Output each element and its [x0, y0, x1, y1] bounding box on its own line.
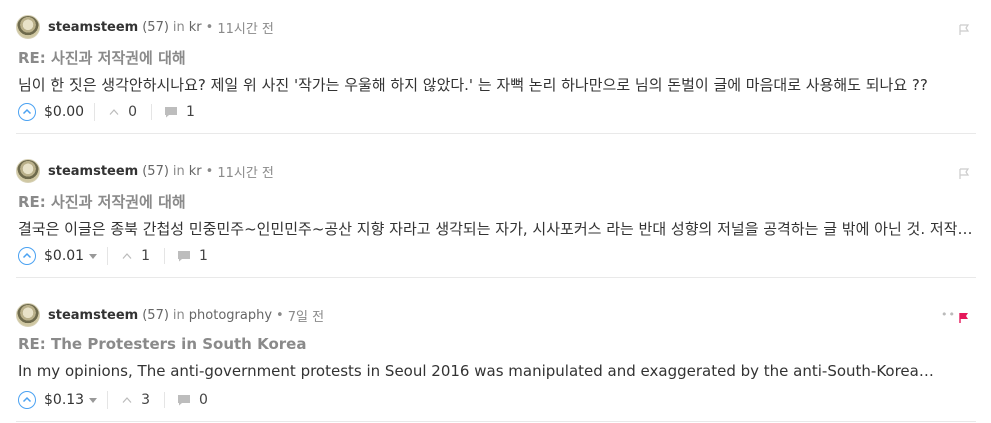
payout-group: $0.01 — [18, 247, 109, 265]
comment-meta: steamsteem (57) in kr • 11시간 전 — [16, 158, 274, 184]
avatar[interactable] — [16, 15, 40, 39]
author-link[interactable]: steamsteem — [48, 308, 138, 323]
comment-body[interactable]: 결국은 이글은 종북 간첩성 민중민주~인민민주~공산 지향 자라고 생각되는 … — [18, 218, 973, 239]
caret-down-icon[interactable] — [89, 397, 98, 403]
flag-button[interactable] — [958, 21, 970, 35]
comment-body[interactable]: 님이 한 짓은 생각안하시나요? 제일 위 사진 '작가는 우울해 하지 않았다… — [18, 74, 973, 95]
flag-icon — [959, 168, 970, 179]
voters-group[interactable]: 3 — [108, 392, 166, 408]
reply-count: 1 — [199, 248, 208, 264]
meta-separator: • — [276, 307, 284, 323]
avatar[interactable] — [16, 303, 40, 327]
comment-meta: steamsteem (57) in kr • 11시간 전 — [16, 14, 274, 40]
author-link[interactable]: steamsteem — [48, 20, 138, 35]
replies-group[interactable]: 1 — [152, 104, 207, 120]
caret-down-icon[interactable] — [89, 253, 98, 259]
voters-group[interactable]: 1 — [108, 248, 166, 264]
upvote-circle-icon — [22, 108, 32, 115]
chevron-up-icon — [122, 253, 132, 259]
in-label: in — [172, 163, 185, 179]
payout-value[interactable]: $0.13 — [44, 392, 84, 408]
flag-button[interactable] — [958, 309, 970, 323]
reply-count: 1 — [186, 104, 195, 120]
category-link[interactable]: kr — [189, 164, 202, 179]
comment-bubble-icon — [178, 395, 191, 406]
comment-bubble-icon — [178, 251, 191, 262]
flag-icon — [959, 24, 970, 35]
author-reputation: (57) — [142, 19, 169, 35]
replies-group[interactable]: 0 — [165, 392, 220, 408]
upvote-circle-icon — [22, 252, 32, 259]
comment-footer: $0.01 1 1 — [18, 245, 220, 267]
flag-icon — [959, 313, 968, 323]
category-link[interactable]: photography — [189, 308, 272, 323]
voters-group[interactable]: 0 — [95, 104, 153, 120]
payout-value[interactable]: $0.00 — [44, 104, 84, 120]
comment-footer: $0.00 0 1 — [18, 101, 207, 123]
replies-group[interactable]: 1 — [165, 248, 220, 264]
flag-count-dots: •• — [941, 308, 956, 321]
in-label: in — [172, 19, 185, 35]
upvote-button[interactable] — [18, 391, 36, 409]
comment-title[interactable]: RE: 사진과 저작권에 대해 — [18, 47, 186, 68]
comment-footer: $0.13 3 0 — [18, 389, 220, 411]
timestamp-link[interactable]: 7일 전 — [288, 306, 324, 325]
comment-feed: steamsteem (57) in kr • 11시간 전 RE: 사진과 저… — [0, 0, 991, 423]
upvote-button[interactable] — [18, 247, 36, 265]
comment-item: steamsteem (57) in photography • 7일 전 ••… — [16, 288, 976, 422]
in-label: in — [172, 307, 185, 323]
meta-separator: • — [205, 163, 214, 179]
payout-group: $0.13 — [18, 391, 109, 409]
author-reputation: (57) — [142, 307, 169, 323]
comment-item: steamsteem (57) in kr • 11시간 전 RE: 사진과 저… — [16, 144, 976, 278]
upvote-button[interactable] — [18, 103, 36, 121]
upvote-circle-icon — [22, 396, 32, 403]
author-reputation: (57) — [142, 163, 169, 179]
category-link[interactable]: kr — [189, 20, 202, 35]
chevron-up-icon — [109, 109, 119, 115]
chevron-up-icon — [122, 397, 132, 403]
comment-title[interactable]: RE: The Protesters in South Korea — [18, 335, 306, 353]
flag-button[interactable] — [958, 165, 970, 179]
comment-item: steamsteem (57) in kr • 11시간 전 RE: 사진과 저… — [16, 0, 976, 134]
comment-body[interactable]: In my opinions, The anti-government prot… — [18, 362, 973, 380]
payout-group: $0.00 — [18, 103, 96, 121]
reply-count: 0 — [199, 392, 208, 408]
vote-count: 1 — [141, 248, 151, 264]
meta-separator: • — [205, 19, 214, 35]
avatar[interactable] — [16, 159, 40, 183]
comment-title[interactable]: RE: 사진과 저작권에 대해 — [18, 191, 186, 212]
payout-value[interactable]: $0.01 — [44, 248, 84, 264]
timestamp-link[interactable]: 11시간 전 — [217, 162, 274, 181]
comment-bubble-icon — [165, 107, 178, 118]
comment-meta: steamsteem (57) in photography • 7일 전 — [16, 302, 324, 328]
vote-count: 3 — [141, 392, 151, 408]
author-link[interactable]: steamsteem — [48, 164, 138, 179]
timestamp-link[interactable]: 11시간 전 — [217, 18, 274, 37]
vote-count: 0 — [128, 104, 138, 120]
